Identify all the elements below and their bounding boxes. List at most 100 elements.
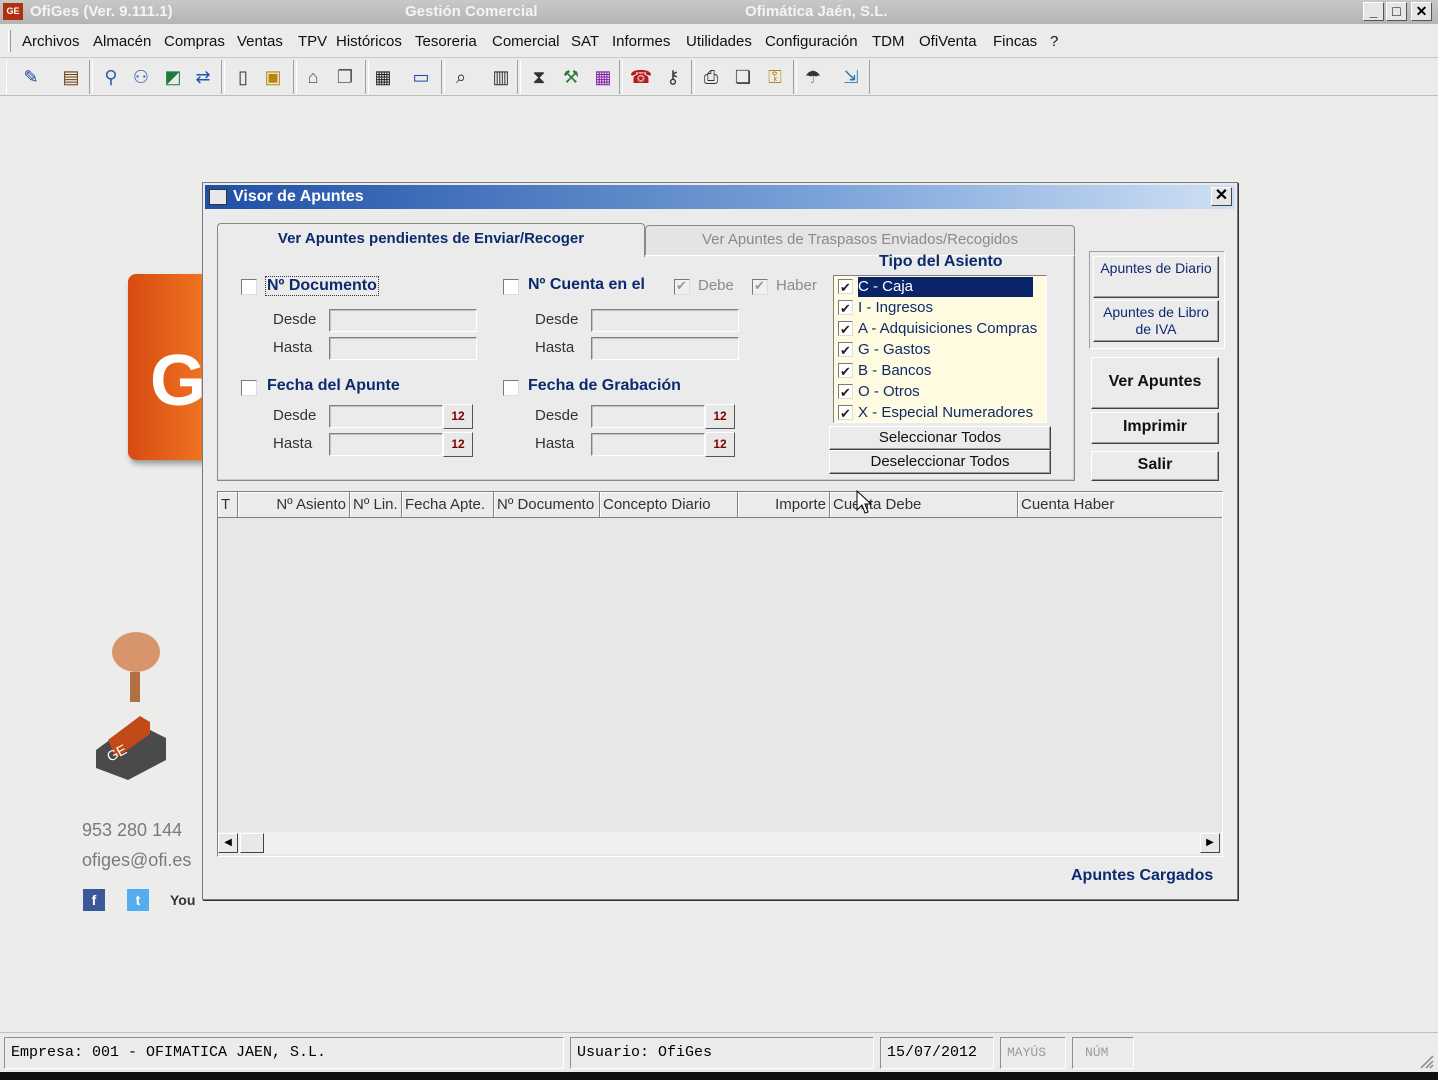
keys-icon[interactable]: ⚿ — [762, 64, 788, 90]
menu-fincas[interactable]: Fincas — [993, 33, 1037, 50]
list-item[interactable]: I - Ingresos — [836, 298, 1044, 319]
salir-button[interactable]: Salir — [1091, 451, 1219, 481]
column-header[interactable]: Nº Asiento — [238, 492, 350, 517]
apuntes-iva-button[interactable]: Apuntes de Libro de IVA — [1093, 300, 1219, 342]
menu-help[interactable]: ? — [1050, 33, 1058, 50]
account-hasta-input[interactable] — [591, 337, 739, 360]
column-header[interactable]: Cuenta Haber — [1018, 492, 1222, 517]
select-all-button[interactable]: Seleccionar Todos — [829, 426, 1051, 450]
card-icon[interactable]: ▭ — [408, 64, 434, 90]
doc-filter-checkbox[interactable] — [241, 279, 257, 295]
apuntes-diario-button[interactable]: Apuntes de Diario — [1093, 256, 1219, 298]
calendar-icon[interactable]: 12 — [705, 432, 735, 457]
dialog-close-button[interactable]: ✕ — [1211, 187, 1232, 206]
menu-tesoreria[interactable]: Tesoreria — [415, 33, 477, 50]
tab-sent[interactable]: Ver Apuntes de Traspasos Enviados/Recogi… — [645, 225, 1075, 255]
tipo-checkbox[interactable] — [838, 362, 853, 382]
tipo-checkbox[interactable] — [838, 383, 853, 403]
column-header[interactable]: Importe — [738, 492, 830, 517]
hourglass-icon[interactable]: ⧗ — [526, 64, 552, 90]
list-item[interactable]: O - Otros — [836, 382, 1044, 403]
column-header[interactable]: Nº Lin. — [350, 492, 402, 517]
printer-icon[interactable]: ⎙ — [698, 64, 724, 90]
close-window-button[interactable]: ✕ — [1411, 2, 1432, 21]
menu-almacen[interactable]: Almacén — [93, 33, 151, 50]
scroll-left-icon[interactable]: ◀ — [218, 833, 238, 853]
folders-icon[interactable]: ▣ — [260, 64, 286, 90]
column-header[interactable]: Nº Documento — [494, 492, 600, 517]
tools-icon[interactable]: ⚒ — [558, 64, 584, 90]
search-document-icon[interactable]: ⌕ — [448, 64, 474, 90]
menu-comercial[interactable]: Comercial — [492, 33, 560, 50]
exit-door-icon[interactable]: ⇲ — [838, 64, 864, 90]
maximize-button[interactable]: □ — [1386, 2, 1407, 21]
list-item[interactable]: X - Especial Numeradores — [836, 403, 1044, 424]
twitter-icon[interactable]: t — [127, 889, 149, 911]
people-group-icon[interactable]: ⚇ — [128, 64, 154, 90]
menu-tpv[interactable]: TPV — [298, 33, 327, 50]
fecha-apunte-desde-input[interactable] — [329, 405, 443, 428]
horizontal-scrollbar[interactable]: ◀ ▶ — [218, 832, 1222, 854]
resize-grip-icon[interactable] — [1418, 1053, 1434, 1069]
tipo-checkbox[interactable] — [838, 341, 853, 361]
haber-checkbox[interactable] — [752, 278, 768, 295]
menu-historicos[interactable]: Históricos — [336, 33, 402, 50]
register-icon[interactable]: ▦ — [370, 64, 396, 90]
list-item[interactable]: B - Bancos — [836, 361, 1044, 382]
list-item[interactable]: A - Adquisiciones Compras — [836, 319, 1044, 340]
doc-hasta-input[interactable] — [329, 337, 477, 360]
column-header[interactable]: T — [218, 492, 238, 517]
phone-icon[interactable]: ☎ — [628, 64, 654, 90]
account-filter-checkbox[interactable] — [503, 279, 519, 295]
fecha-grabacion-checkbox[interactable] — [503, 380, 519, 396]
invoice-icon[interactable]: ▥ — [488, 64, 514, 90]
fecha-grabacion-hasta-input[interactable] — [591, 433, 705, 456]
clipboard-icon[interactable]: ▯ — [230, 64, 256, 90]
copy-icon[interactable]: ❏ — [730, 64, 756, 90]
scroll-thumb[interactable] — [240, 833, 264, 853]
tipo-checkbox[interactable] — [838, 278, 853, 298]
menu-ofiventa[interactable]: OfiVenta — [919, 33, 977, 50]
cash-drawer-icon[interactable]: ⌂ — [300, 64, 326, 90]
account-desde-input[interactable] — [591, 309, 739, 332]
facebook-icon[interactable]: f — [83, 889, 105, 911]
books-icon[interactable]: ▤ — [58, 64, 84, 90]
apuntes-grid[interactable]: T Nº Asiento Nº Lin. Fecha Apte. Nº Docu… — [217, 491, 1223, 857]
calendar-icon[interactable]: 12 — [705, 404, 735, 429]
menu-sat[interactable]: SAT — [571, 33, 599, 50]
chart-icon[interactable]: ◩ — [160, 64, 186, 90]
fecha-apunte-hasta-input[interactable] — [329, 433, 443, 456]
fecha-grabacion-desde-input[interactable] — [591, 405, 705, 428]
key-search-icon[interactable]: ⚷ — [660, 64, 686, 90]
tab-pending[interactable]: Ver Apuntes pendientes de Enviar/Recoger — [217, 223, 645, 257]
debe-checkbox[interactable] — [674, 278, 690, 295]
tipo-checkbox[interactable] — [838, 299, 853, 319]
column-header[interactable]: Fecha Apte. — [402, 492, 494, 517]
menu-tdm[interactable]: TDM — [872, 33, 905, 50]
people-icon[interactable]: ⚲ — [98, 64, 124, 90]
calendar-icon[interactable]: 12 — [443, 404, 473, 429]
list-item[interactable]: G - Gastos — [836, 340, 1044, 361]
calendar-icon[interactable]: ▦ — [590, 64, 616, 90]
imprimir-button[interactable]: Imprimir — [1091, 412, 1219, 444]
tipo-checkbox[interactable] — [838, 320, 853, 340]
tipo-checkbox[interactable] — [838, 404, 853, 424]
doc-desde-input[interactable] — [329, 309, 477, 332]
calendar-icon[interactable]: 12 — [443, 432, 473, 457]
boxes-icon[interactable]: ❐ — [332, 64, 358, 90]
scroll-right-icon[interactable]: ▶ — [1200, 833, 1220, 853]
transfer-arrows-icon[interactable]: ⇄ — [190, 64, 216, 90]
menu-archivos[interactable]: Archivos — [22, 33, 80, 50]
minimize-button[interactable]: _ — [1363, 2, 1384, 21]
deselect-all-button[interactable]: Deseleccionar Todos — [829, 450, 1051, 474]
umbrella-icon[interactable]: ☂ — [800, 64, 826, 90]
column-header[interactable]: Concepto Diario — [600, 492, 738, 517]
ver-apuntes-button[interactable]: Ver Apuntes — [1091, 357, 1219, 409]
menu-configuracion[interactable]: Configuración — [765, 33, 858, 50]
menu-informes[interactable]: Informes — [612, 33, 670, 50]
menu-compras[interactable]: Compras — [164, 33, 225, 50]
list-item[interactable]: C - Caja — [836, 277, 1044, 298]
menu-ventas[interactable]: Ventas — [237, 33, 283, 50]
fecha-apunte-checkbox[interactable] — [241, 380, 257, 396]
menu-utilidades[interactable]: Utilidades — [686, 33, 752, 50]
